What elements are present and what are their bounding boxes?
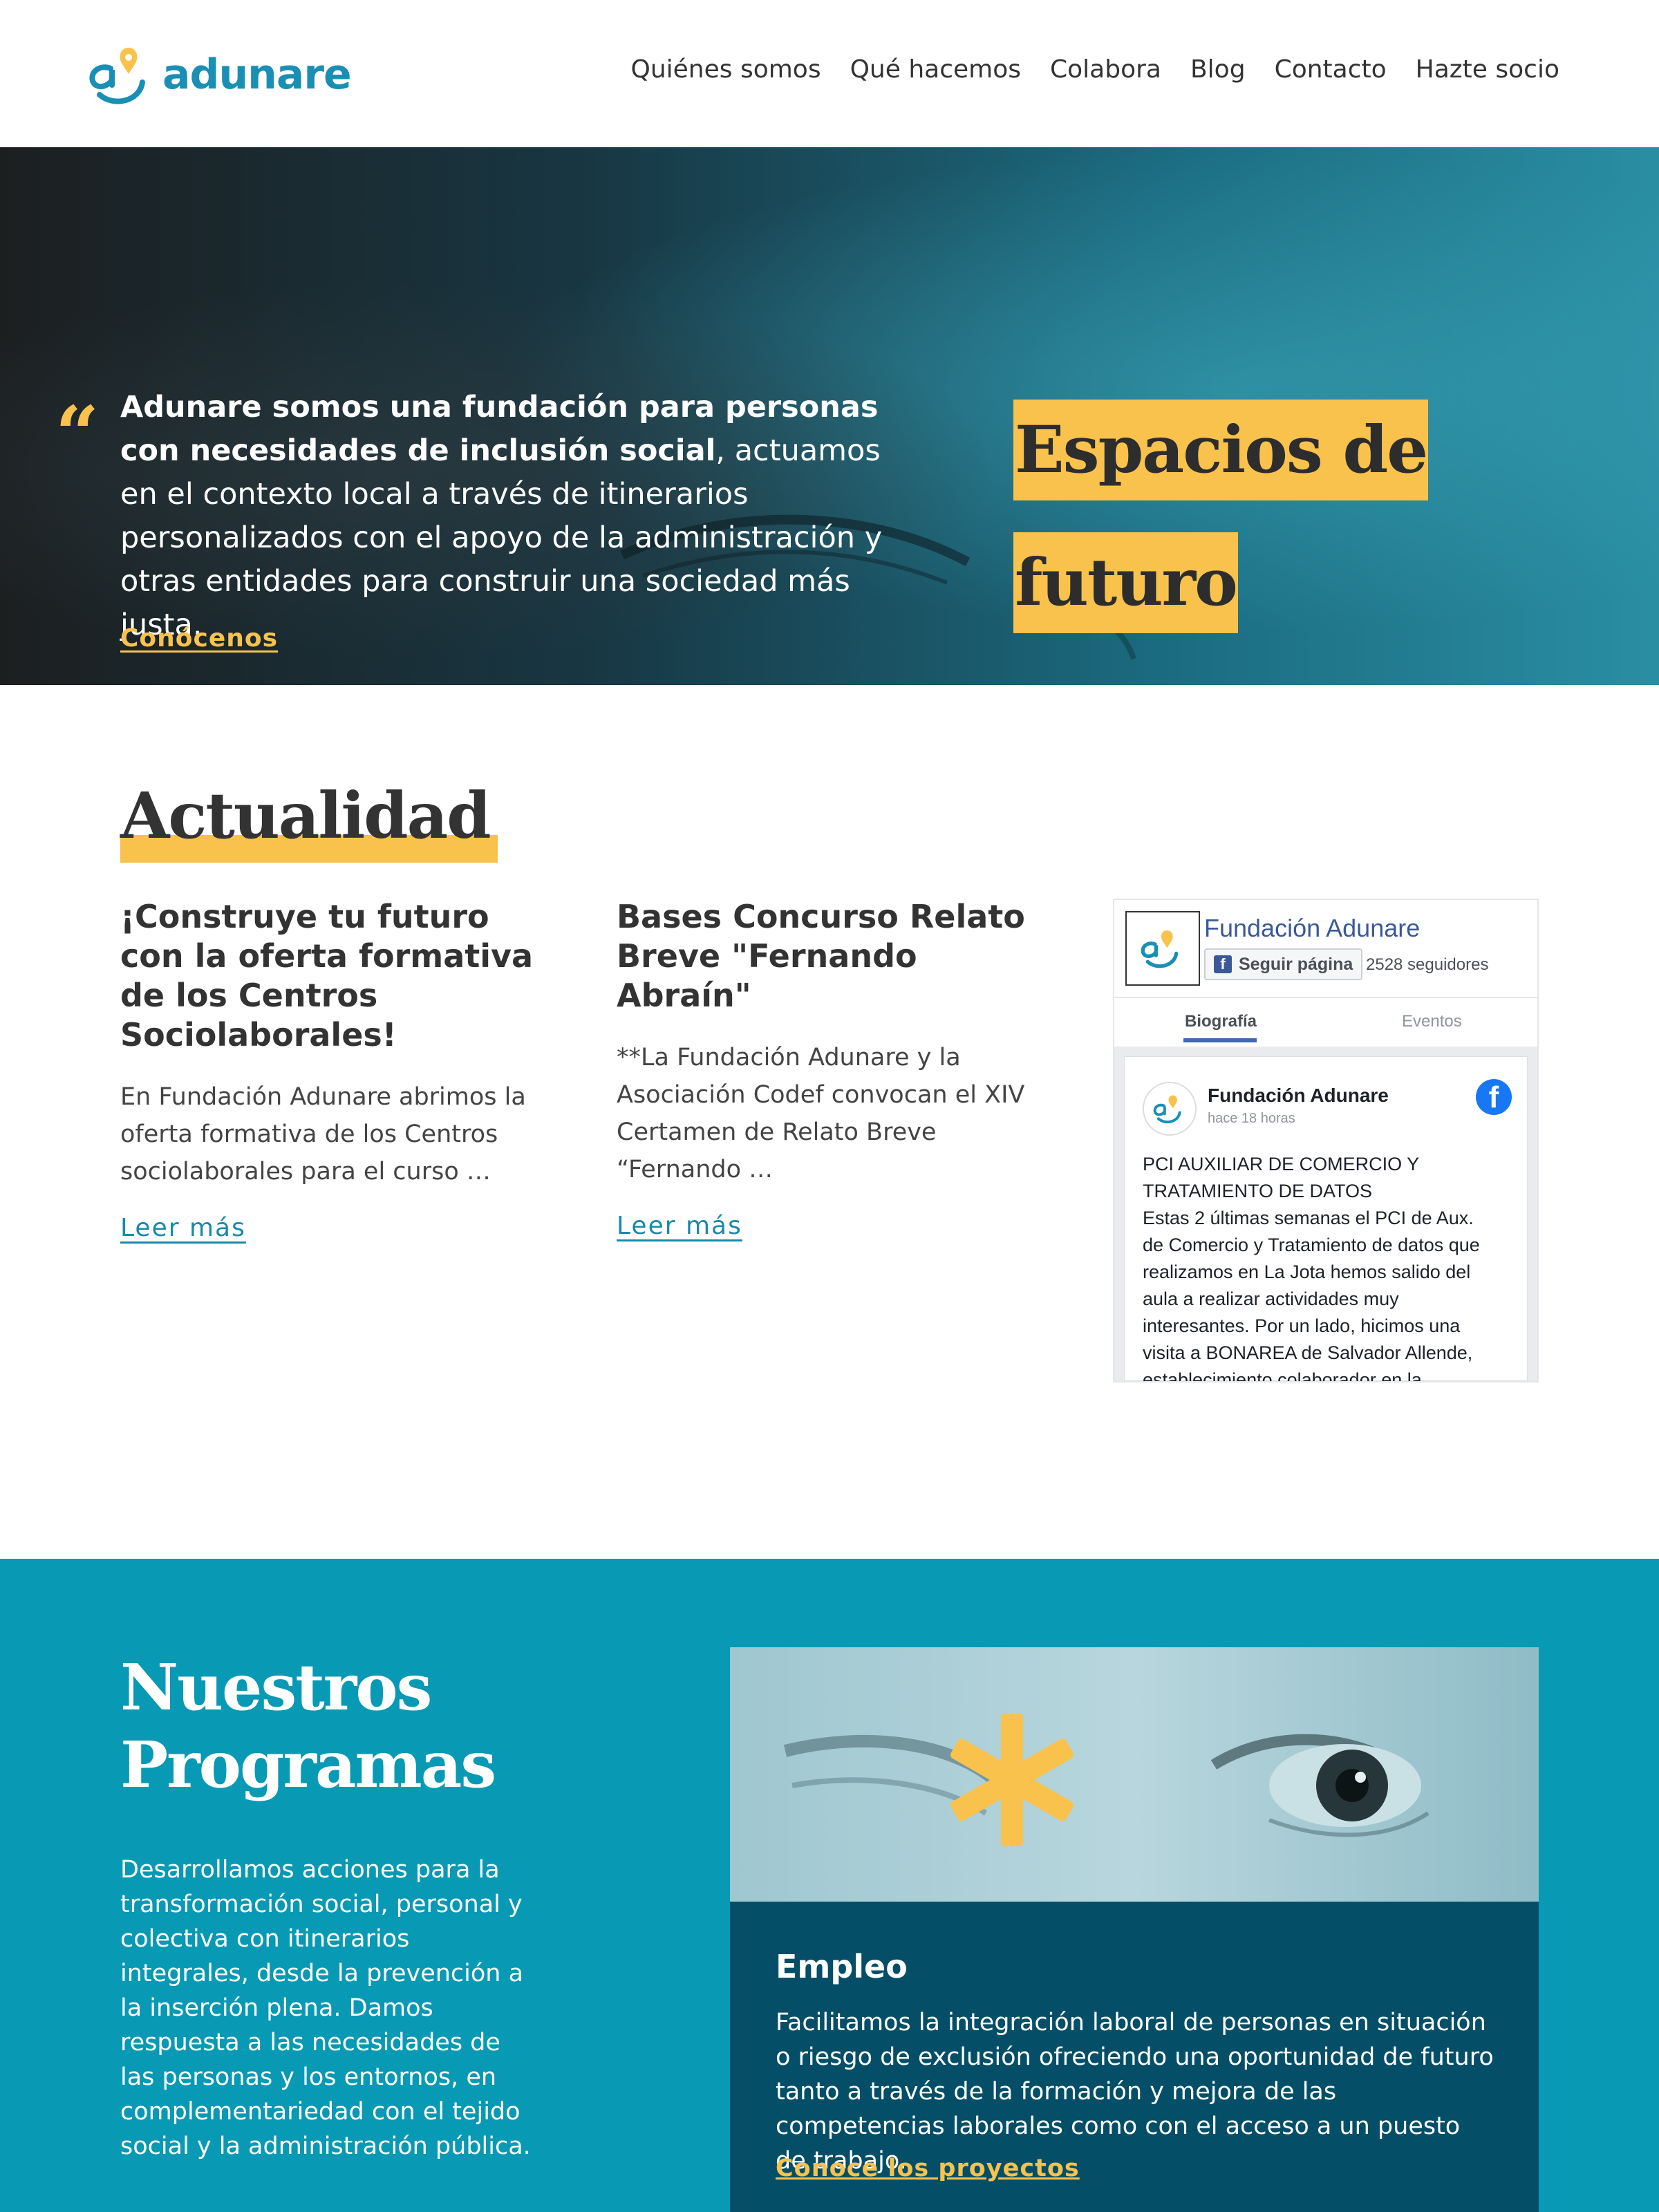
programas-title-line1: Nuestros bbox=[120, 1650, 432, 1725]
fb-post-time[interactable]: hace 18 horas bbox=[1208, 1111, 1295, 1127]
fb-header: Fundación Adunare f Seguir página 2528 s… bbox=[1114, 900, 1537, 998]
logo-text: adunare bbox=[162, 50, 352, 99]
fb-post-line: establecimiento colaborador en la bbox=[1143, 1369, 1422, 1382]
fb-post: Fundación Adunare hace 18 horas f PCI AU… bbox=[1124, 1056, 1528, 1381]
programas-section: Nuestros Programas Desarrollamos accione… bbox=[0, 1559, 1659, 2212]
fb-page-name[interactable]: Fundación Adunare bbox=[1204, 914, 1420, 943]
nav-blog[interactable]: Blog bbox=[1190, 55, 1246, 84]
conoce-proyectos-link[interactable]: Conoce los proyectos bbox=[776, 2155, 1080, 2182]
actualidad-heading: Actualidad bbox=[120, 774, 498, 863]
fb-post-line: Estas 2 últimas semanas el PCI de Aux. bbox=[1143, 1208, 1474, 1228]
program-card-text: Facilitamos la integración laboral de pe… bbox=[776, 2009, 1494, 2175]
fb-post-line: PCI AUXILIAR DE COMERCIO Y bbox=[1143, 1154, 1420, 1174]
program-card-empleo[interactable]: Empleo Facilitamos la integración labora… bbox=[730, 1647, 1539, 2212]
facebook-page-widget: Fundación Adunare f Seguir página 2528 s… bbox=[1113, 899, 1539, 1382]
fb-post-line: interesantes. Por un lado, hicimos una bbox=[1143, 1315, 1461, 1336]
main-nav: Quiénes somos Qué hacemos Colabora Blog … bbox=[630, 55, 1559, 84]
fb-tabs: Biografía Eventos bbox=[1114, 1000, 1537, 1047]
nav-contacto[interactable]: Contacto bbox=[1275, 55, 1387, 84]
fb-feed[interactable]: Fundación Adunare hace 18 horas f PCI AU… bbox=[1114, 1047, 1537, 1381]
nav-que-hacemos[interactable]: Qué hacemos bbox=[850, 55, 1021, 84]
programas-description: Desarrollamos acciones para la transform… bbox=[120, 1856, 531, 2160]
logo-icon bbox=[1153, 1095, 1181, 1124]
tab-eventos[interactable]: Eventos bbox=[1402, 1012, 1462, 1031]
fb-page-avatar[interactable] bbox=[1125, 911, 1200, 986]
fb-post-line: de Comercio y Tratamiento de datos que bbox=[1143, 1235, 1480, 1255]
hero-tagline-line1: Espacios de bbox=[1013, 400, 1428, 500]
program-image bbox=[730, 1647, 1539, 1902]
fb-post-line: realizamos en La Jota hemos salido del bbox=[1143, 1262, 1471, 1282]
hero-tagline: Espacios de futuro bbox=[1013, 400, 1511, 665]
news-excerpt: **La Fundación Adunare y la Asociación C… bbox=[617, 1044, 1025, 1183]
conocenos-link[interactable]: Conócenos bbox=[120, 624, 278, 653]
programas-title: Nuestros Programas bbox=[120, 1649, 496, 1803]
news-title[interactable]: ¡Construye tu futuro con la oferta forma… bbox=[120, 897, 563, 1055]
read-more-link[interactable]: Leer más bbox=[617, 1212, 742, 1240]
quote-icon: “ bbox=[55, 389, 100, 478]
logo-icon bbox=[89, 48, 145, 104]
nav-hazte-socio[interactable]: Hazte socio bbox=[1416, 55, 1559, 84]
news-excerpt: En Fundación Adunare abrimos la oferta f… bbox=[120, 1083, 526, 1185]
fb-post-author[interactable]: Fundación Adunare bbox=[1208, 1085, 1389, 1107]
news-card: ¡Construye tu futuro con la oferta forma… bbox=[120, 897, 563, 1242]
hero-tagline-line2: futuro bbox=[1013, 532, 1238, 633]
programas-title-line2: Programas bbox=[120, 1727, 496, 1802]
nav-colabora[interactable]: Colabora bbox=[1050, 55, 1161, 84]
fb-follower-count: 2528 seguidores bbox=[1366, 955, 1489, 974]
read-more-link[interactable]: Leer más bbox=[120, 1214, 246, 1242]
facebook-icon: f bbox=[1214, 955, 1232, 973]
fb-post-line: TRATAMIENTO DE DATOS bbox=[1143, 1181, 1373, 1201]
news-card: Bases Concurso Relato Breve "Fernando Ab… bbox=[617, 897, 1059, 1240]
nav-quienes-somos[interactable]: Quiénes somos bbox=[630, 55, 821, 84]
logo-icon bbox=[1141, 930, 1179, 968]
tab-biografia[interactable]: Biografía bbox=[1185, 1012, 1257, 1031]
fb-post-line: visita a BONAREA de Salvador Allende, bbox=[1143, 1342, 1473, 1363]
hero-mission-text: Adunare somos una fundación para persona… bbox=[120, 386, 901, 647]
actualidad-title: Actualidad bbox=[120, 778, 491, 853]
active-tab-indicator bbox=[1183, 1038, 1257, 1042]
fb-post-line: aula a realizar actividades muy bbox=[1143, 1288, 1399, 1309]
site-header: adunare Quiénes somos Qué hacemos Colabo… bbox=[0, 0, 1659, 147]
news-title[interactable]: Bases Concurso Relato Breve "Fernando Ab… bbox=[617, 897, 1059, 1015]
fb-follow-button[interactable]: f Seguir página bbox=[1204, 948, 1363, 980]
fb-post-avatar[interactable] bbox=[1143, 1082, 1197, 1136]
facebook-logo-icon[interactable]: f bbox=[1476, 1079, 1512, 1115]
program-card-title: Empleo bbox=[776, 1948, 908, 1985]
logo[interactable]: adunare bbox=[86, 40, 352, 109]
fb-post-text: PCI AUXILIAR DE COMERCIO Y TRATAMIENTO D… bbox=[1143, 1151, 1516, 1382]
hero-section: “ Adunare somos una fundación para perso… bbox=[0, 147, 1659, 685]
fb-follow-label: Seguir página bbox=[1239, 954, 1353, 974]
